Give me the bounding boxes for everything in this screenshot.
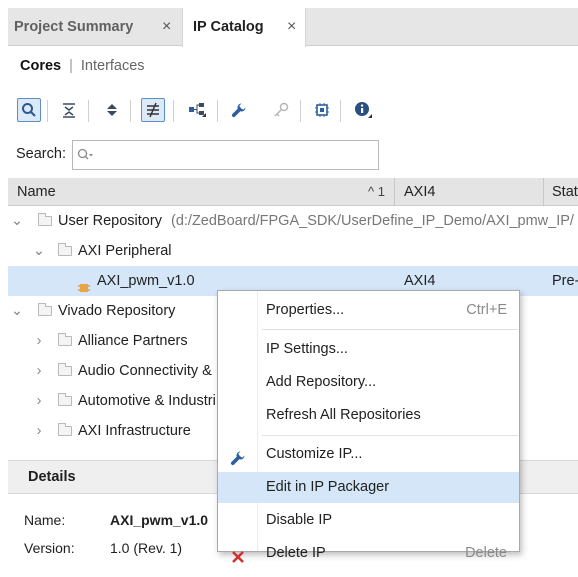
toolbar-separator — [340, 100, 341, 122]
tree-row-user-repository[interactable]: ⌄ User Repository (d:/ZedBoard/FPGA_SDK/… — [8, 206, 578, 236]
chevron-right-icon[interactable]: › — [32, 326, 46, 356]
info-icon[interactable] — [351, 98, 375, 122]
menu-item-label: Disable IP — [266, 512, 333, 528]
row-name: User Repository — [58, 213, 162, 229]
row-name: Alliance Partners — [78, 333, 188, 349]
folder-icon — [58, 393, 72, 406]
chevron-right-icon[interactable]: › — [32, 386, 46, 416]
column-header-interfaces[interactable]: AXI4 — [404, 178, 435, 206]
column-header-status[interactable]: Stat — [552, 178, 578, 206]
menu-separator — [262, 329, 518, 330]
toolbar-separator — [173, 100, 174, 122]
subtab-separator: | — [69, 58, 73, 74]
menu-item-label: IP Settings... — [266, 341, 348, 357]
wrench-icon[interactable] — [227, 98, 251, 122]
expand-all-icon[interactable] — [100, 98, 124, 122]
chevron-down-icon[interactable]: ⌄ — [32, 236, 46, 266]
menu-item-label: Customize IP... — [266, 446, 363, 462]
menu-item-edit-in-ip-packager[interactable]: Edit in IP Packager — [218, 472, 519, 503]
menu-item-customize-ip[interactable]: Customize IP... — [218, 439, 519, 470]
details-version-label: Version: — [24, 540, 75, 556]
close-icon[interactable]: × — [162, 8, 171, 46]
menu-item-label: Edit in IP Packager — [266, 479, 390, 495]
menu-item-shortcut: Ctrl+E — [466, 302, 507, 318]
chevron-right-icon[interactable]: › — [32, 356, 46, 386]
menu-item-shortcut: Delete — [465, 545, 507, 561]
details-version-value: 1.0 (Rev. 1) — [110, 540, 183, 556]
chip-icon[interactable] — [310, 98, 334, 122]
tab-ip-catalog[interactable]: IP Catalog × — [182, 8, 306, 47]
search-input[interactable] — [72, 140, 379, 170]
menu-item-ip-settings[interactable]: IP Settings... — [218, 334, 519, 365]
hierarchy-icon[interactable] — [185, 98, 209, 122]
close-icon[interactable]: × — [287, 8, 296, 46]
menu-item-label: Delete IP — [266, 545, 326, 561]
chevron-down-icon[interactable]: ⌄ — [10, 206, 24, 236]
menu-item-delete-ip[interactable]: Delete IP Delete — [218, 538, 519, 569]
filter-icon[interactable] — [141, 98, 165, 122]
toolbar-separator — [88, 100, 89, 122]
chevron-down-icon[interactable]: ⌄ — [10, 296, 24, 326]
search-icon[interactable] — [17, 98, 41, 122]
row-name: AXI_pwm_v1.0 — [97, 273, 195, 289]
column-divider[interactable] — [543, 178, 544, 206]
subtab-cores[interactable]: Cores — [20, 58, 61, 74]
menu-item-label: Add Repository... — [266, 374, 377, 390]
search-label: Search: — [16, 146, 66, 162]
row-name: Audio Connectivity & — [78, 363, 212, 379]
menu-item-disable-ip[interactable]: Disable IP — [218, 505, 519, 536]
toolbar-separator — [47, 100, 48, 122]
collapse-all-icon[interactable] — [57, 98, 81, 122]
delete-icon — [230, 546, 246, 563]
tab-label: Project Summary — [14, 19, 134, 35]
menu-item-properties[interactable]: Properties... Ctrl+E — [218, 295, 519, 326]
menu-item-refresh-repositories[interactable]: Refresh All Repositories — [218, 400, 519, 431]
menu-item-label: Refresh All Repositories — [266, 407, 421, 423]
toolbar-separator — [300, 100, 301, 122]
key-icon[interactable] — [269, 98, 293, 122]
catalog-subtabs: Cores | Interfaces — [20, 58, 145, 74]
menu-separator — [262, 435, 518, 436]
context-menu: Properties... Ctrl+E IP Settings... Add … — [217, 290, 520, 563]
chevron-right-icon[interactable]: › — [32, 416, 46, 446]
row-status: Pre- — [552, 273, 578, 289]
folder-icon — [58, 243, 72, 256]
row-name: Vivado Repository — [58, 303, 176, 319]
toolbar-separator — [217, 100, 218, 122]
search-icon — [77, 148, 93, 160]
menu-item-add-repository[interactable]: Add Repository... — [218, 367, 519, 398]
column-divider[interactable] — [394, 178, 395, 206]
folder-icon — [38, 213, 52, 226]
table-header: Name ^ 1 AXI4 Stat — [8, 178, 578, 206]
menu-item-label: Properties... — [266, 302, 345, 318]
row-name: Automotive & Industri — [78, 393, 216, 409]
tab-label: IP Catalog — [193, 19, 264, 35]
column-header-name[interactable]: Name — [17, 178, 56, 206]
details-name-label: Name: — [24, 512, 66, 528]
tab-project-summary[interactable]: Project Summary × — [8, 8, 178, 46]
folder-icon — [58, 333, 72, 346]
subtab-interfaces[interactable]: Interfaces — [81, 58, 145, 74]
editor-tab-bar: Project Summary × IP Catalog × — [8, 8, 578, 47]
folder-icon — [58, 363, 72, 376]
details-title: Details — [28, 469, 76, 485]
wrench-icon — [230, 447, 246, 466]
sort-indicator: ^ 1 — [368, 184, 385, 199]
repository-path: (d:/ZedBoard/FPGA_SDK/UserDefine_IP_Demo… — [171, 213, 574, 229]
row-name: AXI Peripheral — [78, 243, 172, 259]
toolbar-separator — [130, 100, 131, 122]
folder-icon — [58, 423, 72, 436]
row-name: AXI Infrastructure — [78, 423, 191, 439]
folder-icon — [38, 303, 52, 316]
details-name-value: AXI_pwm_v1.0 — [110, 512, 209, 528]
tree-row-axi-peripheral[interactable]: ⌄ AXI Peripheral — [8, 236, 578, 266]
